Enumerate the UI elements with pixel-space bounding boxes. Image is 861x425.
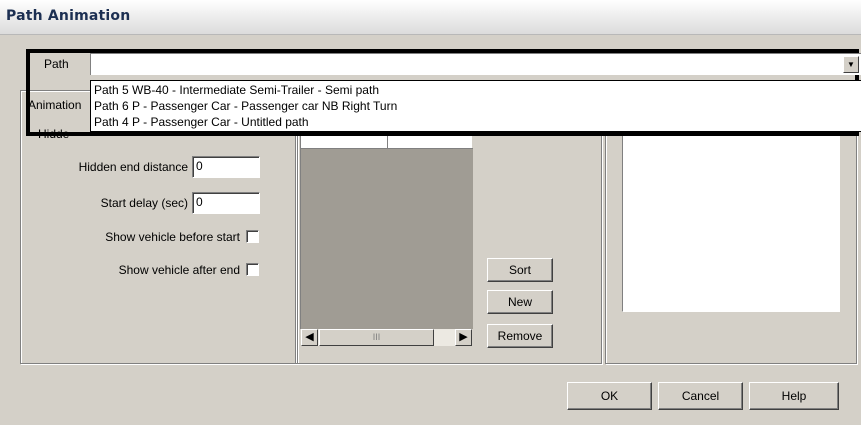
help-button[interactable]: Help xyxy=(749,382,839,410)
sort-button-label: Sort xyxy=(508,263,531,277)
chevron-right-icon[interactable]: ▶ xyxy=(455,329,472,346)
hidden-end-distance-input[interactable]: 0 xyxy=(192,156,260,178)
scroll-thumb[interactable]: III xyxy=(319,329,434,346)
path-animation-dialog: Path Animation Animation Hidde Hidden en… xyxy=(0,0,861,425)
ok-button-label: OK xyxy=(600,389,619,403)
new-button-label: New xyxy=(507,295,532,309)
show-after-end-checkbox[interactable] xyxy=(246,263,259,276)
path-label: Path xyxy=(44,57,69,71)
show-before-start-label: Show vehicle before start xyxy=(105,230,240,244)
cancel-button-label: Cancel xyxy=(681,389,720,403)
path-list[interactable] xyxy=(300,148,473,329)
sort-button[interactable]: Sort xyxy=(487,258,553,282)
list-column-divider xyxy=(387,136,388,148)
chevron-left-icon[interactable]: ◀ xyxy=(301,329,318,346)
dialog-title: Path Animation xyxy=(6,8,131,24)
start-delay-label: Start delay (sec) xyxy=(100,196,188,210)
hidden-end-distance-label: Hidden end distance xyxy=(78,160,188,174)
show-after-end-label: Show vehicle after end xyxy=(118,263,240,277)
remove-button-label: Remove xyxy=(497,329,543,343)
show-before-start-checkbox[interactable] xyxy=(246,230,259,243)
path-dropdown-list: Path 5 WB-40 - Intermediate Semi-Trailer… xyxy=(90,80,861,132)
title-bar: Path Animation xyxy=(0,0,861,35)
list-horizontal-scrollbar[interactable]: ◀ III ▶ xyxy=(301,329,472,346)
path-option[interactable]: Path 6 P - Passenger Car - Passenger car… xyxy=(94,99,397,113)
list-header xyxy=(300,135,472,149)
remove-button[interactable]: Remove xyxy=(487,324,553,348)
preview-panel xyxy=(622,130,840,312)
path-option[interactable]: Path 5 WB-40 - Intermediate Semi-Trailer… xyxy=(94,83,379,97)
start-delay-input[interactable]: 0 xyxy=(192,192,260,214)
help-button-label: Help xyxy=(781,389,807,403)
path-option[interactable]: Path 4 P - Passenger Car - Untitled path xyxy=(94,115,309,129)
path-combobox[interactable]: ▼ xyxy=(90,53,861,75)
new-button[interactable]: New xyxy=(487,290,553,314)
chevron-down-icon[interactable]: ▼ xyxy=(843,56,859,73)
ok-button[interactable]: OK xyxy=(567,382,652,410)
cancel-button[interactable]: Cancel xyxy=(658,382,743,410)
